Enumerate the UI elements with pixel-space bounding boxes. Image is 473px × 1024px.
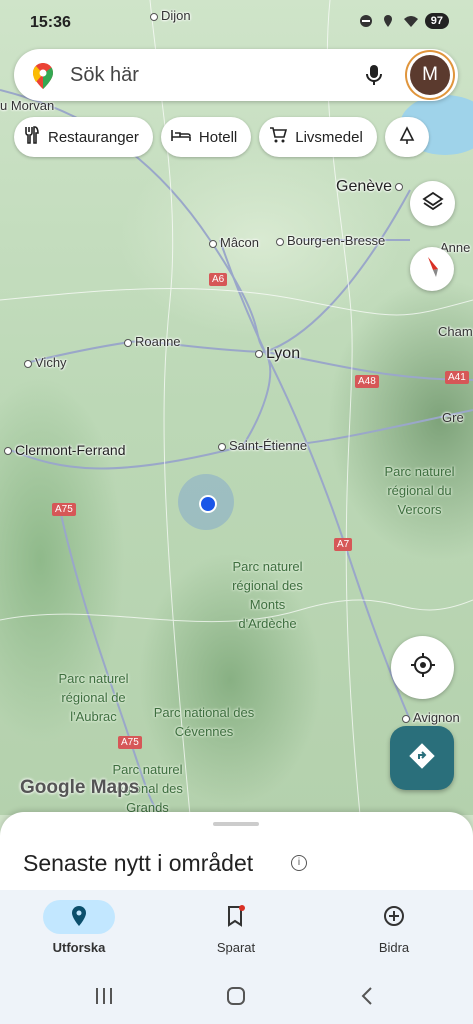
search-input[interactable]: Sök här xyxy=(70,64,139,87)
place-saint-etienne[interactable]: Saint-Étienne xyxy=(218,438,307,453)
crosshair-icon xyxy=(410,652,436,683)
compass-button[interactable] xyxy=(410,247,454,291)
place-lyon[interactable]: Lyon xyxy=(255,345,300,363)
place-geneve[interactable]: Genève xyxy=(336,178,406,196)
nav-explore[interactable]: Utforska xyxy=(24,900,134,955)
attraction-icon xyxy=(399,126,415,148)
compass-icon xyxy=(422,255,442,284)
place-roanne[interactable]: Roanne xyxy=(124,334,181,349)
park-aubrac[interactable]: Parc naturel régional de l'Aubrac xyxy=(46,669,141,726)
highway-shield: A41 xyxy=(445,371,469,384)
bottom-navigation: Utforska Sparat Bidra xyxy=(0,890,473,972)
account-avatar[interactable]: M xyxy=(410,55,450,95)
chip-restaurants[interactable]: Restauranger xyxy=(14,117,153,157)
sheet-title: Senaste nytt i området xyxy=(23,850,254,876)
status-time: 15:36 xyxy=(30,14,71,31)
maps-pin-logo-icon xyxy=(31,62,55,95)
my-location-button[interactable] xyxy=(391,636,454,699)
chip-groceries[interactable]: Livsmedel xyxy=(259,117,377,157)
search-bar[interactable]: Sök här M xyxy=(14,49,458,101)
place-cham[interactable]: Cham xyxy=(438,324,473,339)
place-vichy[interactable]: Vichy xyxy=(24,355,67,370)
home-icon[interactable] xyxy=(226,986,246,1011)
explore-pin-icon xyxy=(70,905,88,930)
highway-shield: A75 xyxy=(52,503,76,516)
bed-icon xyxy=(171,128,191,146)
bookmark-icon xyxy=(226,904,246,930)
sheet-drag-handle[interactable] xyxy=(213,822,259,826)
fork-knife-icon xyxy=(24,126,40,148)
highway-shield: A48 xyxy=(355,375,379,388)
status-bar: 15:36 97 xyxy=(0,8,473,40)
location-status-icon xyxy=(381,14,395,28)
directions-button[interactable] xyxy=(390,726,454,790)
place-bourg-en-bresse[interactable]: Bourg-en-Bresse xyxy=(276,233,385,248)
category-chips: Restauranger Hotell Livsmedel xyxy=(14,117,429,157)
cart-icon xyxy=(269,126,288,148)
highway-shield: A75 xyxy=(118,736,142,749)
system-navigation-bar xyxy=(0,972,473,1024)
park-cevennes[interactable]: Parc national des Cévennes xyxy=(152,703,256,741)
battery-indicator: 97 xyxy=(424,13,449,29)
bottom-sheet[interactable]: Senaste nytt i området i xyxy=(0,812,473,897)
dnd-icon xyxy=(359,14,373,28)
park-monts-ardeche[interactable]: Parc naturel régional des Monts d'Ardèch… xyxy=(220,557,315,633)
google-maps-logo: Google Maps xyxy=(20,777,140,798)
chip-more[interactable] xyxy=(384,117,429,157)
highway-shield: A6 xyxy=(209,273,228,286)
highway-shield: A7 xyxy=(334,538,353,551)
back-icon[interactable] xyxy=(360,986,374,1011)
place-avignon[interactable]: Avignon xyxy=(402,710,460,725)
info-icon[interactable]: i xyxy=(291,855,307,871)
layers-icon xyxy=(421,190,444,217)
layers-button[interactable] xyxy=(410,181,455,226)
directions-icon xyxy=(409,742,435,774)
place-clermont-ferrand[interactable]: Clermont-Ferrand xyxy=(4,442,125,458)
place-macon[interactable]: Mâcon xyxy=(209,235,259,250)
wifi-icon xyxy=(403,14,418,28)
nav-saved[interactable]: Sparat xyxy=(181,900,291,955)
chip-hotels[interactable]: Hotell xyxy=(160,117,252,157)
add-circle-icon xyxy=(383,905,405,930)
nav-contribute[interactable]: Bidra xyxy=(339,900,449,955)
my-location-dot[interactable] xyxy=(199,495,217,513)
microphone-icon[interactable] xyxy=(366,64,382,91)
place-gre[interactable]: Gre xyxy=(442,410,464,425)
park-vercors[interactable]: Parc naturel régional du Vercors xyxy=(372,462,467,519)
recent-apps-icon[interactable] xyxy=(94,987,114,1010)
